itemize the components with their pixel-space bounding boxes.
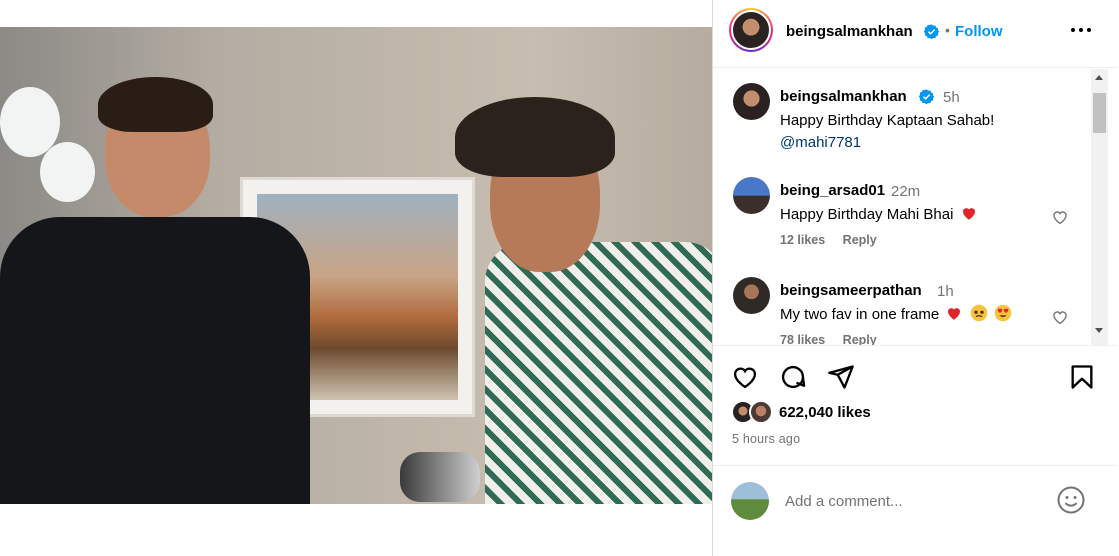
scroll-up-arrow-icon[interactable] [1095, 75, 1103, 80]
comments-scrollbar[interactable] [1091, 69, 1108, 345]
scroll-down-arrow-icon[interactable] [1095, 328, 1103, 333]
caption-body: Happy Birthday Kaptaan Sahab! [780, 112, 995, 129]
heart-icon[interactable] [731, 363, 759, 391]
held-object [400, 452, 480, 502]
emoji-icon[interactable] [1056, 485, 1086, 515]
comment-input[interactable] [785, 490, 1045, 512]
person-right [445, 67, 712, 504]
comment-username[interactable]: beingsameerpathan [780, 282, 922, 299]
bookmark-icon[interactable] [1068, 363, 1096, 391]
comment-item: beingsameerpathan 1h My two fav in one f… [713, 277, 1091, 345]
comment-likes[interactable]: 78 likes [780, 333, 825, 345]
avatar [749, 400, 773, 424]
author-username[interactable]: beingsalmankhan [786, 23, 913, 40]
red-heart-emoji-icon [962, 208, 975, 220]
commenter-avatar[interactable] [733, 277, 770, 314]
commenter-avatar[interactable] [733, 177, 770, 214]
comment-icon[interactable] [779, 363, 807, 391]
caption-text: Happy Birthday Kaptaan Sahab! @mahi7781 [780, 110, 1070, 154]
heart-eyes-face-emoji-icon [994, 304, 1011, 322]
comment-time: 22m [891, 183, 921, 200]
post-side-panel: beingsalmankhan • Follow beingsalmankhan… [712, 0, 1119, 556]
heart-icon[interactable] [1051, 208, 1069, 226]
post-timestamp[interactable]: 5 hours ago [732, 432, 800, 446]
more-options-icon[interactable] [1068, 18, 1098, 42]
verified-badge-icon [919, 89, 934, 104]
caption-username[interactable]: beingsalmankhan [780, 88, 907, 105]
comments-list[interactable]: beingsalmankhan 5h Happy Birthday Kaptaa… [713, 69, 1118, 345]
verified-badge-icon [924, 24, 939, 40]
reply-button[interactable]: Reply [843, 233, 877, 247]
scrollbar-thumb[interactable] [1093, 93, 1106, 133]
comment-likes[interactable]: 12 likes [780, 233, 825, 247]
reply-button[interactable]: Reply [843, 333, 877, 345]
pleading-face-emoji-icon [970, 304, 987, 322]
comment-meta: 78 likes Reply [780, 333, 891, 345]
caption-time: 5h [943, 89, 960, 106]
caption-mention[interactable]: @mahi7781 [780, 134, 861, 151]
comment-time: 1h [937, 283, 954, 300]
caption-item: beingsalmankhan 5h Happy Birthday Kaptaa… [713, 83, 1091, 163]
share-icon[interactable] [827, 363, 855, 391]
post-actions: 622,040 likes 5 hours ago [713, 345, 1118, 465]
current-user-avatar [731, 482, 769, 520]
heart-icon[interactable] [1051, 308, 1069, 326]
comment-item: being_arsad01 22m Happy Birthday Mahi Bh… [713, 177, 1091, 257]
comment-text: Happy Birthday Mahi Bhai [780, 204, 1070, 226]
follow-button[interactable]: Follow [955, 23, 1003, 40]
post-header: beingsalmankhan • Follow [713, 0, 1118, 68]
red-heart-emoji-icon [948, 308, 961, 320]
post-image[interactable] [0, 27, 712, 504]
author-avatar[interactable] [733, 83, 770, 120]
add-comment-bar [713, 465, 1118, 535]
likes-count[interactable]: 622,040 likes [779, 404, 871, 421]
separator-dot: • [945, 22, 950, 38]
comment-body: My two fav in one frame [780, 306, 940, 323]
author-avatar[interactable] [729, 8, 773, 52]
person-left [0, 67, 310, 504]
comment-username[interactable]: being_arsad01 [780, 182, 885, 199]
comment-text: My two fav in one frame [780, 304, 1070, 326]
comment-body: Happy Birthday Mahi Bhai [780, 206, 954, 223]
comment-meta: 12 likes Reply [780, 233, 891, 247]
